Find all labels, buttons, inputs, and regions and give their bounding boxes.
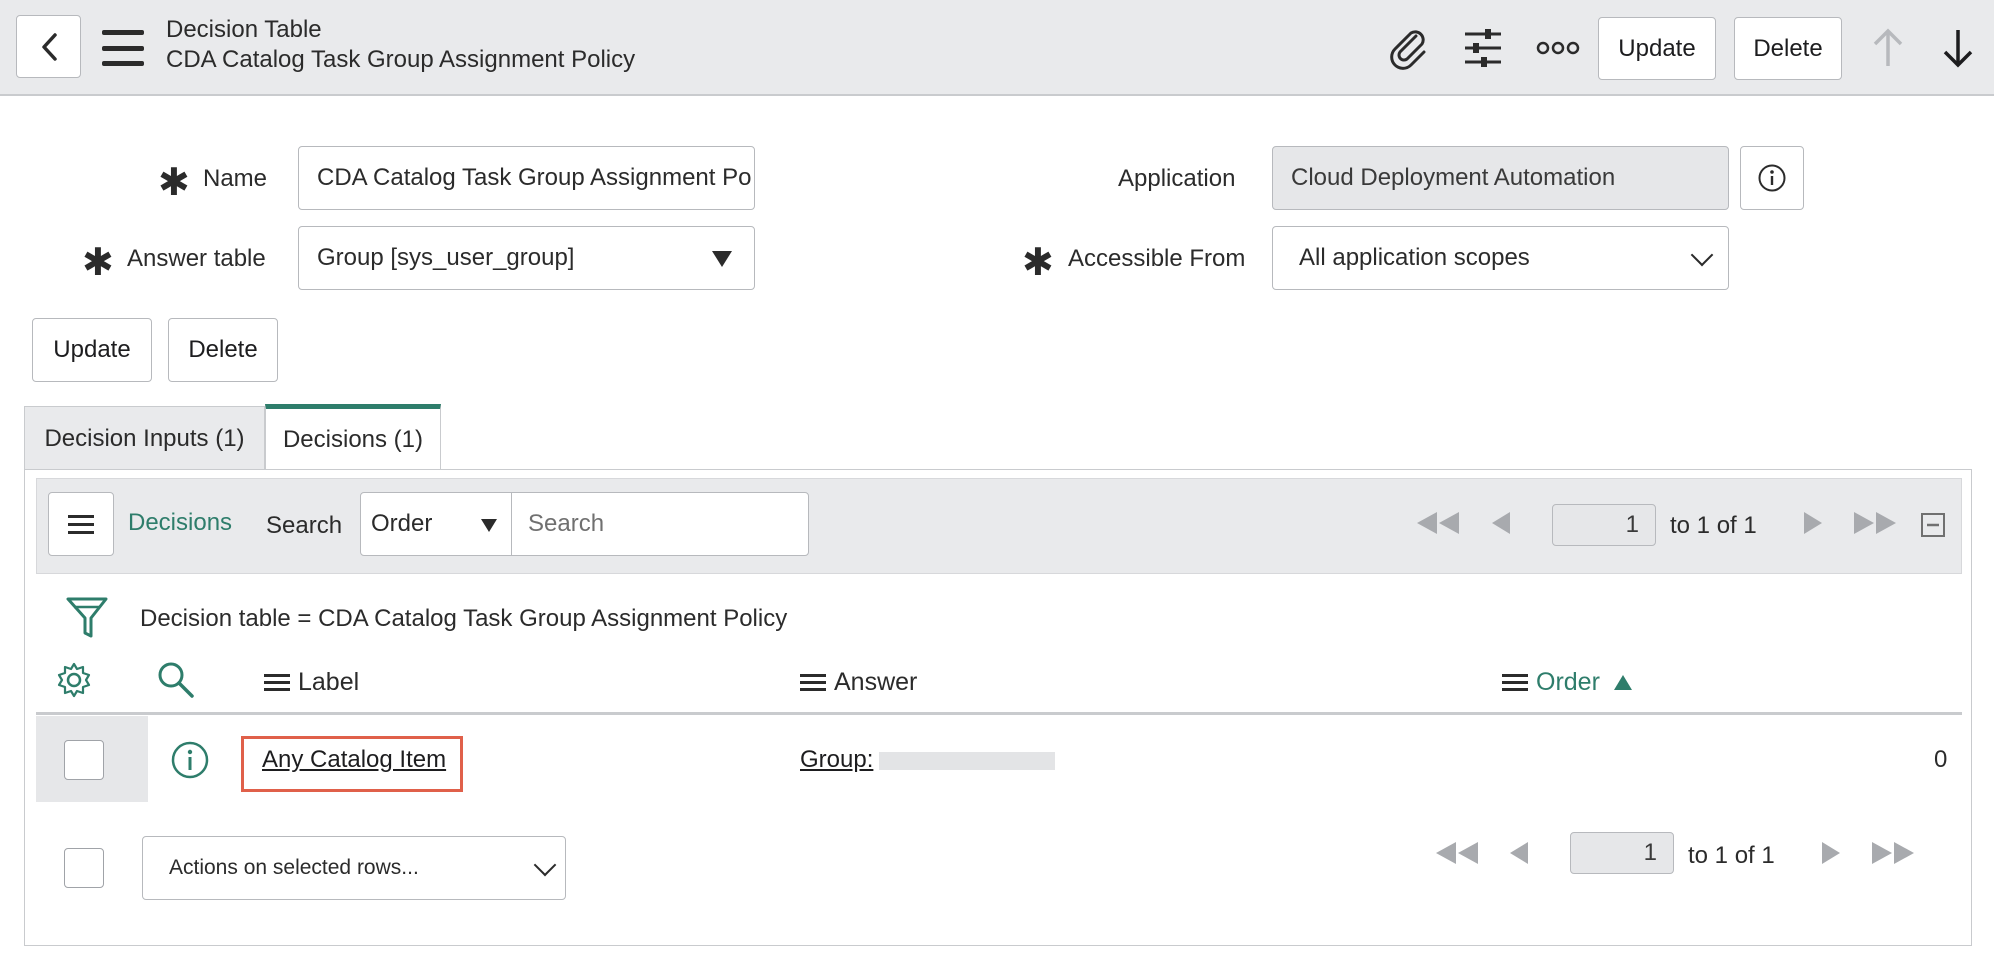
search-label: Search	[266, 512, 343, 539]
answer-table-value: Group [sys_user_group]	[317, 244, 575, 271]
row-label-link[interactable]: Any Catalog Item	[262, 746, 446, 774]
search-icon[interactable]	[156, 660, 196, 700]
caret-down-icon	[712, 251, 732, 267]
gear-icon[interactable]	[56, 662, 92, 698]
answer-table-select[interactable]: Group [sys_user_group]	[298, 226, 755, 290]
first-page-icon[interactable]	[1413, 510, 1463, 536]
accessible-from-label: Accessible From	[1068, 245, 1246, 272]
row-answer-text: Group:	[800, 746, 874, 773]
bottom-page-number-input[interactable]	[1570, 832, 1674, 874]
search-field-value: Order	[371, 510, 433, 537]
filter-breadcrumb[interactable]: Decision table = CDA Catalog Task Group …	[140, 605, 787, 633]
redacted-value	[879, 751, 1056, 770]
application-label: Application	[1118, 165, 1236, 192]
last-page-icon[interactable]	[1850, 510, 1900, 536]
info-icon[interactable]	[170, 740, 210, 780]
accessible-from-value: All application scopes	[1299, 244, 1530, 271]
accessible-from-select[interactable]: All application scopes	[1272, 226, 1729, 290]
caret-down-icon	[481, 519, 497, 532]
chevron-down-icon	[1690, 243, 1714, 267]
column-order-text: Order	[1536, 668, 1600, 696]
actions-select-label: Actions on selected rows...	[169, 856, 419, 879]
application-info-button[interactable]	[1740, 146, 1804, 210]
required-icon: ✱	[82, 242, 114, 284]
answer-table-label: Answer table	[127, 245, 266, 272]
list-menu-button[interactable]	[48, 492, 114, 556]
header-divider	[36, 712, 1962, 715]
chevron-down-icon	[533, 853, 557, 877]
column-header-order[interactable]: Order	[1502, 668, 1632, 697]
arrow-up-icon[interactable]	[1864, 24, 1912, 72]
back-icon	[41, 32, 57, 61]
actions-select[interactable]: Actions on selected rows...	[142, 836, 566, 900]
name-field[interactable]: CDA Catalog Task Group Assignment Po	[298, 146, 755, 210]
info-icon	[1758, 164, 1786, 192]
column-menu-icon	[800, 674, 826, 691]
back-button[interactable]	[16, 15, 81, 78]
list-title[interactable]: Decisions	[128, 509, 232, 537]
record-name: CDA Catalog Task Group Assignment Policy	[166, 46, 636, 73]
name-label: Name	[203, 165, 268, 192]
select-all-checkbox[interactable]	[64, 848, 104, 888]
form-delete-button[interactable]: Delete	[168, 318, 278, 382]
sort-ascending-icon	[1613, 675, 1632, 690]
hamburger-icon[interactable]	[102, 30, 144, 66]
next-page-icon[interactable]	[1818, 840, 1844, 866]
collapse-icon[interactable]	[1920, 512, 1946, 538]
column-header-answer[interactable]: Answer	[800, 668, 917, 697]
bottom-page-range-text: to 1 of 1	[1688, 842, 1775, 869]
previous-page-icon[interactable]	[1488, 510, 1514, 536]
header-delete-button[interactable]: Delete	[1734, 17, 1842, 80]
row-order-value: 0	[1934, 746, 1948, 773]
column-label-text: Label	[298, 668, 360, 696]
arrow-down-icon[interactable]	[1934, 24, 1982, 72]
paperclip-icon[interactable]	[1384, 24, 1432, 72]
previous-page-icon[interactable]	[1506, 840, 1532, 866]
column-menu-icon	[264, 674, 290, 691]
row-checkbox[interactable]	[64, 740, 104, 780]
last-page-icon[interactable]	[1868, 840, 1918, 866]
column-header-label[interactable]: Label	[264, 668, 359, 697]
record-type: Decision Table	[166, 16, 322, 43]
sliders-icon[interactable]	[1459, 24, 1507, 72]
tab-decisions[interactable]: Decisions (1)	[265, 404, 441, 470]
row-answer-link[interactable]: Group:	[800, 746, 1056, 774]
first-page-icon[interactable]	[1432, 840, 1482, 866]
form-update-button[interactable]: Update	[32, 318, 152, 382]
column-answer-text: Answer	[834, 668, 918, 696]
more-icon[interactable]	[1534, 24, 1582, 72]
required-icon: ✱	[1022, 242, 1054, 284]
search-field-select[interactable]: Order	[360, 492, 512, 556]
header-update-button[interactable]: Update	[1598, 17, 1716, 80]
tab-decision-inputs[interactable]: Decision Inputs (1)	[24, 406, 265, 470]
form-header: Decision Table CDA Catalog Task Group As…	[0, 0, 1994, 96]
next-page-icon[interactable]	[1800, 510, 1826, 536]
application-field: Cloud Deployment Automation	[1272, 146, 1729, 210]
page-number-input[interactable]	[1552, 504, 1656, 546]
filter-icon[interactable]	[64, 596, 112, 640]
search-input[interactable]	[511, 492, 809, 556]
page-range-text: to 1 of 1	[1670, 512, 1757, 539]
required-icon: ✱	[158, 162, 190, 204]
column-menu-icon	[1502, 674, 1528, 691]
